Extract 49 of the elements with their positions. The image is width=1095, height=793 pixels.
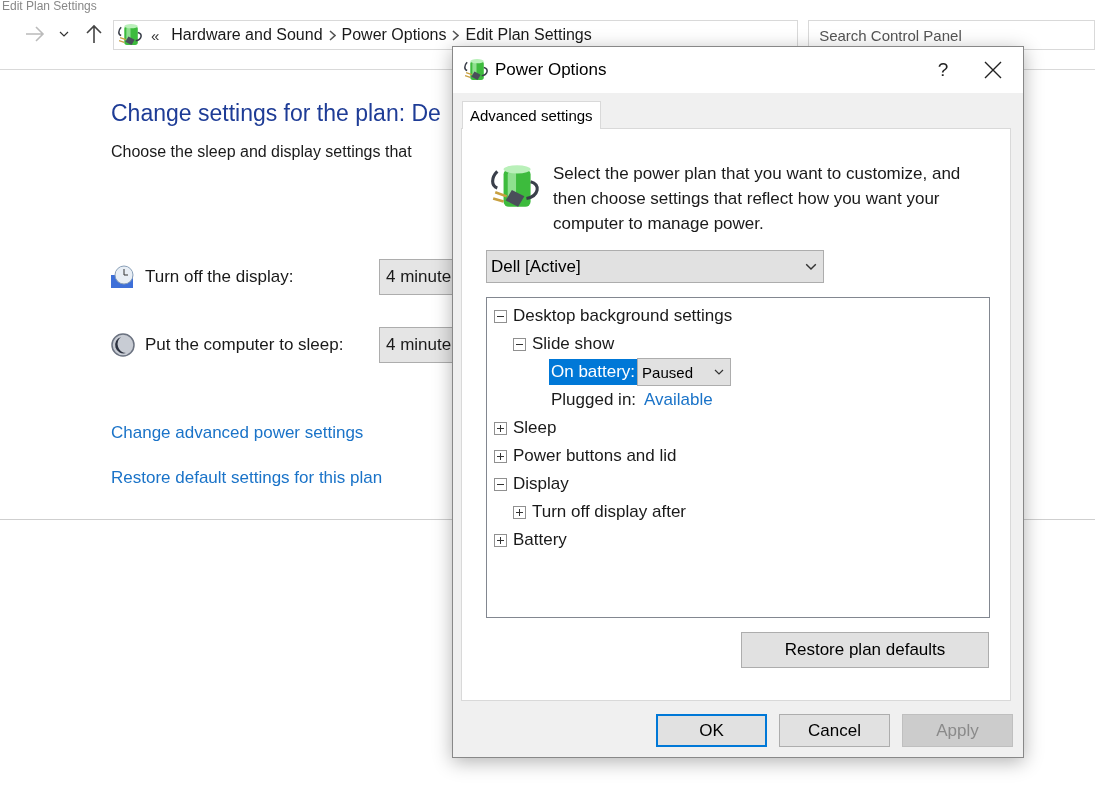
close-icon <box>984 61 1002 79</box>
plan-dropdown[interactable]: Dell [Active] <box>486 250 824 283</box>
chevron-down-icon <box>714 369 725 375</box>
tree-item[interactable]: Battery <box>513 530 567 550</box>
collapse-icon[interactable] <box>494 309 507 323</box>
dropdown-icon <box>59 31 70 37</box>
chevron-right-icon <box>452 29 460 41</box>
moon-icon <box>111 333 135 357</box>
breadcrumb-prefix[interactable]: « <box>150 26 160 44</box>
settings-link[interactable]: Change advanced power settings <box>111 423 364 443</box>
setting-label[interactable]: Plugged in: <box>549 387 639 413</box>
restore-defaults-button[interactable]: Restore plan defaults <box>741 632 989 668</box>
window-title: Edit Plan Settings <box>2 0 97 13</box>
breadcrumb-item[interactable]: Power Options <box>341 26 447 44</box>
setting-label: Turn off the display: <box>145 267 295 287</box>
power-icon <box>116 22 143 48</box>
tree-item[interactable]: Sleep <box>513 418 557 438</box>
up-arrow-icon[interactable] <box>86 24 103 44</box>
page-heading: Change settings for the plan: De <box>111 100 441 127</box>
dialog-button[interactable]: OK <box>656 714 767 747</box>
search-field[interactable]: Search Control Panel <box>808 20 1095 50</box>
tree-item[interactable]: Desktop background settings <box>513 306 733 326</box>
value-link[interactable]: Available <box>644 390 713 410</box>
collapse-icon[interactable] <box>494 477 507 491</box>
power-icon <box>463 57 489 83</box>
monitor-clock-icon <box>111 265 135 289</box>
expand-icon[interactable] <box>513 505 526 519</box>
breadcrumb-item[interactable]: Edit Plan Settings <box>465 26 592 44</box>
expand-icon[interactable] <box>494 449 507 463</box>
tree-item[interactable]: Power buttons and lid <box>513 446 677 466</box>
help-button[interactable]: ? <box>923 50 963 90</box>
expand-icon[interactable] <box>494 533 507 547</box>
description-text: Select the power plan that you want to customize, and then choose settings that reflect how you want your computer to manage power. <box>553 163 962 235</box>
chevron-down-icon <box>805 262 817 271</box>
tree-item[interactable]: Turn off display after <box>532 502 687 522</box>
chevron-right-icon <box>328 29 336 41</box>
value-dropdown[interactable]: Paused <box>637 358 732 386</box>
page-subtitle: Choose the sleep and display settings that <box>111 143 412 161</box>
expand-icon[interactable] <box>494 421 507 435</box>
setting-label[interactable]: On battery: <box>549 359 638 385</box>
dialog-title: Power Options <box>495 60 608 80</box>
tab[interactable]: Advanced settings <box>462 101 601 129</box>
dialog-button[interactable]: Cancel <box>779 714 890 747</box>
breadcrumb-item[interactable]: Hardware and Sound <box>171 26 323 44</box>
tree-item[interactable]: Display <box>513 474 569 494</box>
settings-link[interactable]: Restore default settings for this plan <box>111 468 383 488</box>
collapse-icon[interactable] <box>513 337 526 351</box>
setting-label: Put the computer to sleep: <box>145 335 345 355</box>
tree-item[interactable]: Slide show <box>532 334 615 354</box>
